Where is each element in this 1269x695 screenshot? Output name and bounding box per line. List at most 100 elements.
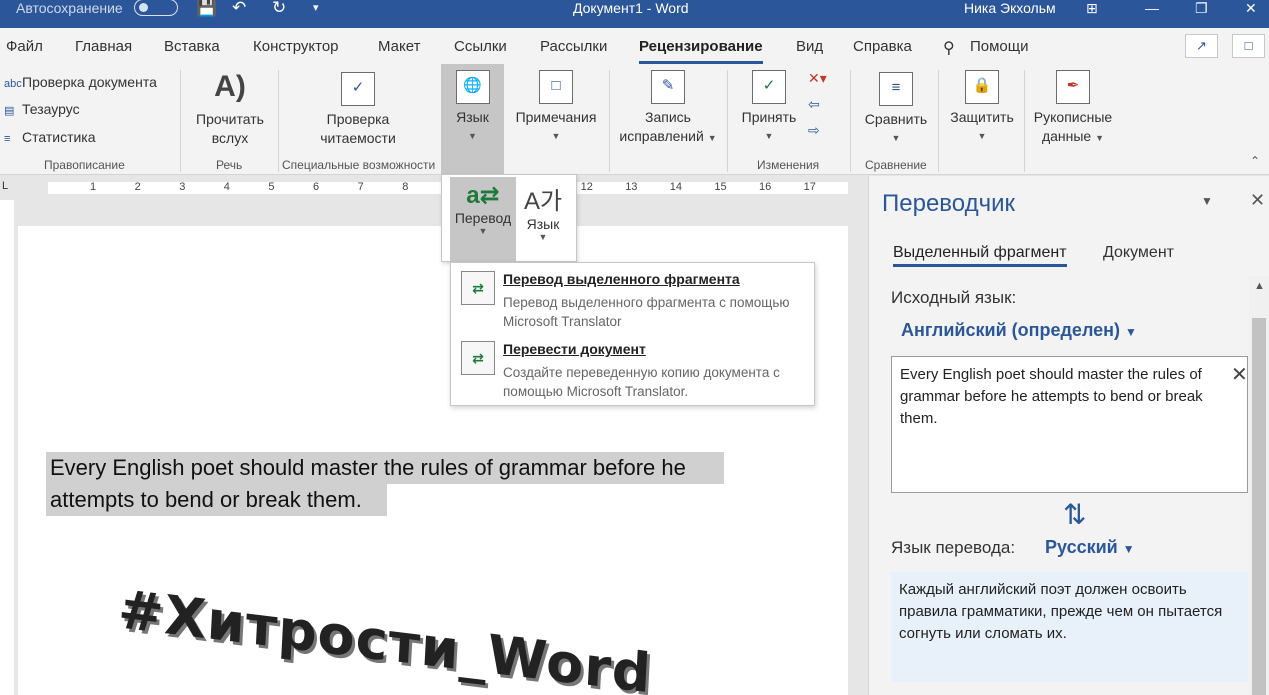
tab-home[interactable]: Главная [75,38,132,55]
tab-layout[interactable]: Макет [378,38,420,55]
collapse-ribbon-icon[interactable]: ⌃ [1250,154,1260,168]
ribbon: abcПроверка документа ▤ Тезаурус ≡ Статист… [0,64,1269,175]
next-change-icon[interactable]: ⇨ [808,122,820,139]
clear-text-icon[interactable]: ✕ [1231,362,1248,387]
read-aloud-button[interactable]: A) Прочитать вслух [186,72,274,148]
scroll-up-icon[interactable]: ▲ [1254,280,1265,292]
ruler-number: 8 [402,181,409,193]
selected-text-line-1[interactable]: Every English poet should master the rul… [46,452,724,484]
menu-item-translate-document[interactable]: ⇄ Перевести документ Создайте переведенн… [451,333,814,399]
menu-item-translate-selection[interactable]: ⇄ Перевод выделенного фрагмента Перевод … [451,263,814,329]
source-language-select[interactable]: Английский (определен) ▼ [901,320,1137,341]
accessibility-label: Проверка [326,111,390,127]
translate-icon: a⇄ [466,182,500,209]
divider [278,70,279,172]
ruler-number: 15 [714,181,727,193]
read-aloud-label-2: вслух [211,130,249,146]
lock-icon: 🔒 [965,70,999,104]
tab-design[interactable]: Конструктор [253,38,339,55]
title-bar: Автосохранение 💾 ↶ ↻ ▾ Документ1 - Word … [0,0,1269,28]
horizontal-ruler[interactable]: L 1234567891011121314151617 [0,176,868,198]
tab-stop-selector[interactable]: L [2,180,8,192]
language-options-button[interactable]: A가 Язык ▼ [510,177,576,261]
pane-options-icon[interactable]: ▼ [1201,194,1213,208]
source-text-box[interactable]: Every English poet should master the rul… [891,356,1248,493]
ink-pen-icon: ✒ [1056,70,1090,104]
comments-icon[interactable]: □ [1232,34,1265,58]
tab-document[interactable]: Документ [1103,244,1174,262]
redo-icon[interactable]: ↻ [272,0,286,16]
undo-icon[interactable]: ↶ [232,0,246,16]
tab-insert[interactable]: Вставка [164,38,220,55]
minimize-icon[interactable]: — [1145,0,1159,16]
tab-help[interactable]: Справка [853,38,912,55]
close-icon[interactable]: ✕ [1245,0,1257,16]
accessibility-check-icon: ✓ [341,72,375,106]
ruler-number: 1 [90,181,97,193]
read-aloud-icon: A) [214,70,246,103]
accept-button[interactable]: ✓ Принять ▼ [735,70,803,146]
translate-selection-icon: ⇄ [461,271,495,305]
chevron-down-icon: ▼ [1125,325,1137,339]
selected-text-line-2[interactable]: attempts to bend or break them. [46,484,387,516]
tab-selection[interactable]: Выделенный фрагмент [893,244,1067,267]
autosave-label: Автосохранение [16,0,123,16]
menu-item-title: Перевод выделенного фрагмента [503,271,740,287]
tab-file[interactable]: Файл [6,38,43,55]
tab-review[interactable]: Рецензирование [639,38,763,64]
pane-close-icon[interactable]: ✕ [1250,190,1265,211]
divider [1024,70,1025,172]
tab-view[interactable]: Вид [796,38,823,55]
translate-button[interactable]: a⇄ Перевод ▼ [450,177,516,261]
thesaurus-button[interactable]: ▤ Тезаурус [4,101,80,117]
tab-mailings[interactable]: Рассылки [540,38,607,55]
swap-languages-icon[interactable]: ⇅ [1063,498,1086,531]
ribbon-tabs: Файл Главная Вставка Конструктор Макет С… [0,28,1269,64]
group-label-speech: Речь [216,158,243,172]
ruler-number: 17 [803,181,816,193]
group-label-spelling: Правописание [44,158,125,172]
language-button[interactable]: 🌐 Язык ▼ [441,70,504,146]
ribbon-display-icon[interactable]: ⊞ [1086,0,1098,16]
customize-qat-icon[interactable]: ▾ [313,0,319,16]
autosave-toggle[interactable] [134,0,178,16]
protect-button[interactable]: 🔒 Защитить ▼ [944,70,1020,146]
scrollbar-thumb[interactable] [1252,318,1266,695]
reject-icon[interactable]: ✕▾ [808,70,827,87]
statistics-button[interactable]: ≡ Статистика [4,129,96,145]
group-label-compare: Сравнение [865,158,927,172]
pane-scrollbar[interactable]: ▲ [1249,276,1269,695]
comments-button[interactable]: □ Примечания ▼ [510,70,602,146]
search-label[interactable]: Помощи [970,38,1029,55]
ruler-number: 13 [625,181,638,193]
accessibility-check-button[interactable]: ✓ Проверка читаемости [308,72,408,148]
translate-document-icon: ⇄ [461,341,495,375]
language-label: Язык [456,109,489,125]
share-icon[interactable]: ↗ [1185,34,1218,58]
word-count-icon: ≡ [4,133,11,145]
track-changes-button[interactable]: ✎ Запись исправлений ▼ [612,70,724,148]
search-icon[interactable]: ⚲ [943,38,955,58]
statistics-label: Статистика [22,129,96,145]
spelling-check-button[interactable]: abcПроверка документа [4,74,157,90]
chevron-down-icon: ▼ [1122,542,1135,556]
compare-button[interactable]: ≡ Сравнить ▼ [858,72,934,148]
chevron-down-icon: ▼ [977,131,987,141]
ruler-number: 16 [759,181,772,193]
target-language-value: Русский [1045,537,1118,557]
restore-icon[interactable]: ❐ [1195,0,1208,16]
vertical-ruler[interactable] [0,200,14,695]
previous-change-icon[interactable]: ⇦ [808,96,820,113]
ink-button[interactable]: ✒ Рукописные данные ▼ [1028,70,1118,148]
source-language-label: Исходный язык: [891,288,1017,307]
track-changes-label: Запись [645,109,691,125]
divider [727,70,728,172]
protect-label: Защитить [950,109,1014,125]
save-icon[interactable]: 💾 [196,0,217,16]
source-language-value: Английский (определен) [901,320,1121,340]
user-name[interactable]: Ника Экхольм [964,0,1056,16]
menu-item-title: Перевести документ [503,341,646,357]
accessibility-label-2: читаемости [320,130,396,146]
tab-references[interactable]: Ссылки [454,38,507,55]
target-language-select[interactable]: Русский ▼ [1045,537,1135,558]
